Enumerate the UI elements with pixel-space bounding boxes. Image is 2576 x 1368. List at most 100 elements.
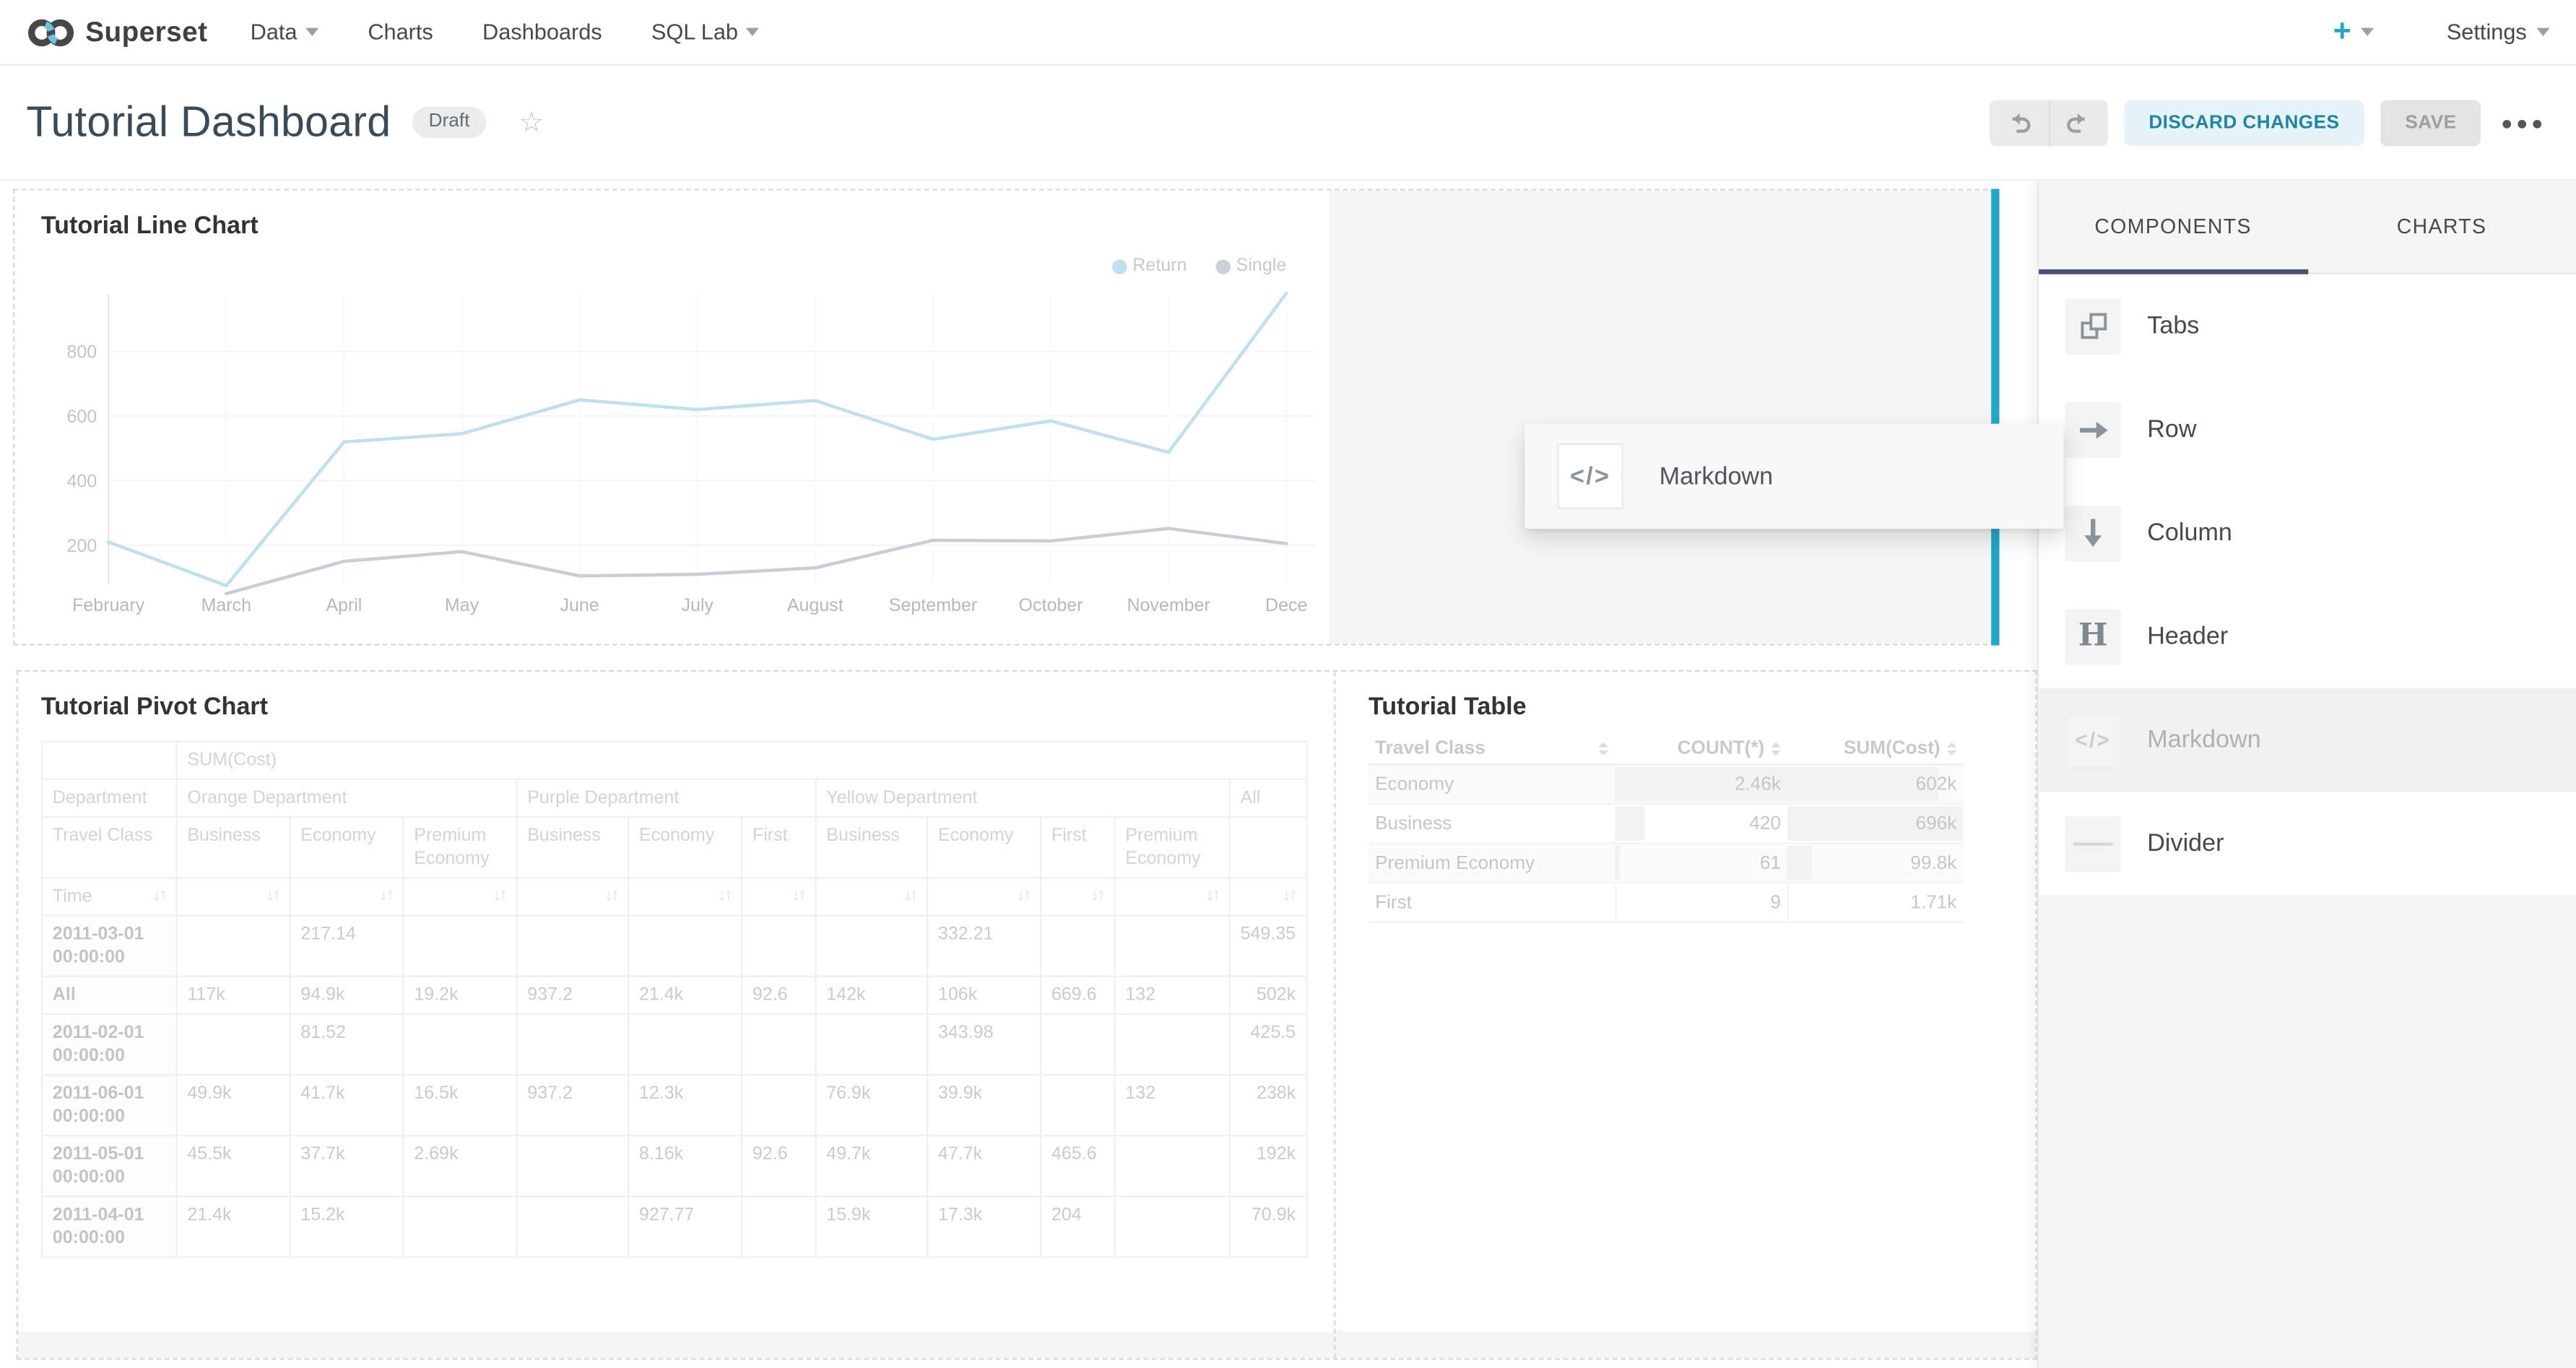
pivot-value-cell: 15.2k xyxy=(290,1196,404,1257)
sidebar-item-row[interactable]: Row xyxy=(2039,378,2576,481)
column-header[interactable]: SUM(Cost) xyxy=(1787,734,1963,764)
dashboard-row-1[interactable]: Tutorial Line Chart ReturnSingle 2004006… xyxy=(13,189,1996,645)
pivot-group-header: Orange Department xyxy=(177,779,517,817)
sidebar-item-markdown[interactable]: </> Markdown xyxy=(2039,688,2576,792)
new-item-menu[interactable]: + xyxy=(2333,17,2375,48)
superset-logo[interactable]: Superset xyxy=(26,14,207,50)
svg-text:July: July xyxy=(681,595,714,615)
pivot-value-cell: 332.21 xyxy=(927,916,1041,977)
page-title[interactable]: Tutorial Dashboard xyxy=(26,97,391,147)
sort-icon[interactable]: ↓↑ xyxy=(266,886,279,909)
nav-item-sql-lab[interactable]: SQL Lab xyxy=(651,20,760,44)
header-actions: DISCARD CHANGES SAVE ●●● xyxy=(1990,100,2550,146)
sort-icon[interactable]: ↓↑ xyxy=(380,886,393,909)
legend-dot-icon xyxy=(1113,259,1127,273)
pivot-value-cell: 76.9k xyxy=(815,1075,927,1135)
pivot-value-cell xyxy=(516,1014,628,1075)
pivot-row-label: 2011-05-01 00:00:00 xyxy=(42,1135,177,1196)
pivot-subcolumn-header: Business xyxy=(516,817,628,878)
tabs-icon xyxy=(2079,312,2107,340)
save-button[interactable]: SAVE xyxy=(2380,100,2481,146)
nav-item-charts[interactable]: Charts xyxy=(368,20,433,44)
pivot-value-cell: 937.2 xyxy=(516,977,628,1014)
pivot-subcolumn-header: First xyxy=(742,817,815,878)
component-label: Markdown xyxy=(2147,726,2260,754)
undo-button[interactable] xyxy=(1990,100,2049,146)
travel-class-cell: Premium Economy xyxy=(1369,844,1615,883)
travel-class-cell: Business xyxy=(1369,804,1615,844)
discard-changes-button[interactable]: DISCARD CHANGES xyxy=(2124,100,2364,146)
row-empty-area xyxy=(1329,191,1994,644)
table-row: 2011-05-01 00:00:0045.5k37.7k2.69k8.16k9… xyxy=(42,1135,1306,1196)
nav-item-data[interactable]: Data xyxy=(251,20,318,44)
legend-dot-icon xyxy=(1216,259,1231,273)
sort-icon[interactable]: ↓↑ xyxy=(1283,886,1296,909)
markdown-icon: </> xyxy=(2075,727,2111,752)
pivot-value-cell xyxy=(403,916,516,977)
sort-icon[interactable]: ↓↑ xyxy=(153,886,166,909)
redo-button[interactable] xyxy=(2049,100,2108,146)
column-header[interactable]: Travel Class xyxy=(1369,734,1615,764)
column-icon xyxy=(2081,517,2104,548)
more-options-icon[interactable]: ●●● xyxy=(2497,111,2549,134)
column-header[interactable]: COUNT(*) xyxy=(1615,734,1787,764)
chevron-down-icon xyxy=(2362,28,2375,36)
favorite-star-icon[interactable]: ☆ xyxy=(519,108,545,137)
sort-icon[interactable]: ↓↑ xyxy=(718,886,731,909)
sort-icon[interactable] xyxy=(1598,743,1608,756)
pivot-value-cell: 927.77 xyxy=(628,1196,742,1257)
pivot-value-cell: 2.69k xyxy=(403,1135,516,1196)
component-label: Tabs xyxy=(2147,312,2199,340)
pivot-time-header: Time↓↑ xyxy=(42,878,177,915)
sort-icon[interactable]: ↓↑ xyxy=(1091,886,1104,909)
value-bar xyxy=(1615,806,1644,841)
chevron-down-icon xyxy=(305,28,318,36)
pivot-subcolumn-header: Economy xyxy=(290,817,404,878)
tab-charts[interactable]: CHARTS xyxy=(2307,181,2576,272)
pivot-value-cell: 19.2k xyxy=(403,977,516,1014)
sidebar-item-column[interactable]: Column xyxy=(2039,481,2576,584)
pivot-value-cell xyxy=(177,916,290,977)
pivot-value-cell xyxy=(1041,1075,1114,1135)
sort-icon[interactable]: ↓↑ xyxy=(903,886,916,909)
sidebar-item-tabs[interactable]: Tabs xyxy=(2039,274,2576,378)
pivot-value-cell: 92.6 xyxy=(742,977,815,1014)
table-row: 2011-03-01 00:00:00217.14332.21549.35 xyxy=(42,916,1306,977)
pivot-value-cell: 81.52 xyxy=(290,1014,404,1075)
sort-icon[interactable]: ↓↑ xyxy=(604,886,617,909)
pivot-dimension-label: Travel Class xyxy=(42,817,177,878)
sort-icon[interactable] xyxy=(1947,743,1957,756)
dashboard-row-2[interactable]: Tutorial Pivot Chart SUM(Cost)Department… xyxy=(17,670,2037,1360)
component-label: Column xyxy=(2147,519,2232,547)
component-icon-tile: H xyxy=(2065,608,2121,664)
svg-text:August: August xyxy=(787,595,844,615)
sort-icon[interactable]: ↓↑ xyxy=(792,886,805,909)
dashboard-header: Tutorial Dashboard Draft ☆ DISCARD xyxy=(0,66,2576,181)
pivot-row-label: 2011-02-01 00:00:00 xyxy=(42,1014,177,1075)
pivot-value-cell xyxy=(1115,916,1230,977)
pivot-value-cell: 937.2 xyxy=(516,1075,628,1135)
pivot-value-cell: 92.6 xyxy=(742,1135,815,1196)
pivot-value-cell xyxy=(516,1135,628,1196)
sort-icon[interactable]: ↓↑ xyxy=(493,886,506,909)
sum-cell: 602k xyxy=(1787,764,1963,804)
svg-text:November: November xyxy=(1127,595,1210,615)
settings-menu[interactable]: Settings xyxy=(2447,20,2550,44)
pivot-value-cell: 70.9k xyxy=(1230,1196,1306,1257)
nav-item-dashboards[interactable]: Dashboards xyxy=(482,20,602,44)
pivot-sort-cell: ↓↑ xyxy=(1230,878,1306,915)
sidebar-item-header[interactable]: HHeader xyxy=(2039,584,2576,688)
sort-icon[interactable]: ↓↑ xyxy=(1017,886,1030,909)
sidebar-item-divider[interactable]: Divider xyxy=(2039,792,2576,895)
sort-icon[interactable] xyxy=(1771,743,1781,756)
count-cell: 2.46k xyxy=(1615,764,1787,804)
drag-ghost-markdown[interactable]: </> Markdown xyxy=(1525,424,2063,529)
tab-components[interactable]: COMPONENTS xyxy=(2039,181,2307,272)
line-chart-card[interactable]: Tutorial Line Chart ReturnSingle 2004006… xyxy=(14,191,1329,644)
table-row: 2011-04-01 00:00:0021.4k15.2k927.7715.9k… xyxy=(42,1196,1306,1257)
pivot-row-label: All xyxy=(42,977,177,1014)
table-chart-card[interactable]: Tutorial Table Travel ClassCOUNT(*)SUM(C… xyxy=(1343,672,2036,1332)
pivot-chart-card[interactable]: Tutorial Pivot Chart SUM(Cost)Department… xyxy=(18,672,1332,1332)
pivot-value-cell xyxy=(1041,1014,1114,1075)
sort-icon[interactable]: ↓↑ xyxy=(1206,886,1219,909)
